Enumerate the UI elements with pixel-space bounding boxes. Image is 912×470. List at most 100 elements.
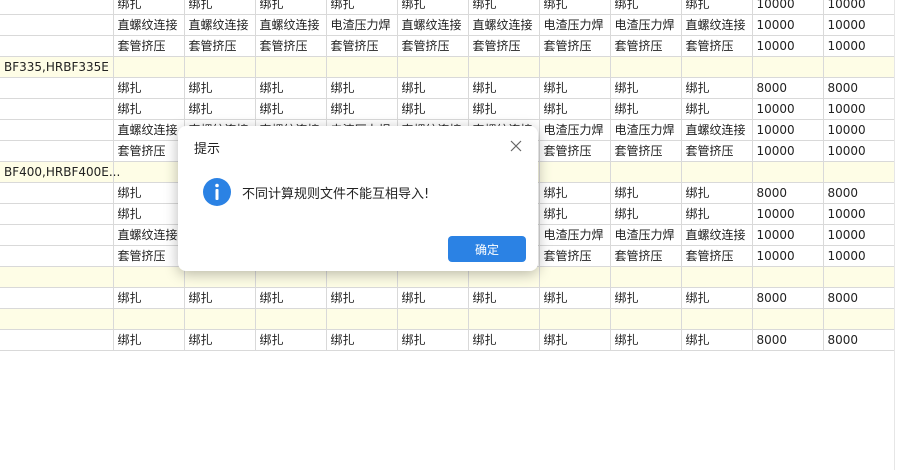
table-cell[interactable]: 绑扎 (326, 98, 398, 120)
table-cell[interactable]: 10000 (823, 98, 895, 120)
vertical-scrollbar[interactable] (894, 0, 912, 470)
table-cell[interactable]: 套管挤压 (113, 245, 185, 267)
table-cell[interactable]: 绑扎 (610, 287, 682, 309)
section-cell[interactable] (326, 56, 398, 78)
table-cell[interactable]: 10000 (752, 119, 824, 141)
table-cell[interactable]: 绑扎 (255, 77, 327, 99)
table-cell[interactable]: 套管挤压 (468, 35, 540, 57)
section-cell[interactable] (113, 308, 185, 330)
table-cell[interactable]: 绑扎 (397, 0, 469, 15)
table-cell[interactable]: 8000 (823, 182, 895, 204)
table-cell[interactable]: 绑扎 (184, 329, 256, 351)
table-cell[interactable]: 套管挤压 (113, 140, 185, 162)
table-cell[interactable] (0, 35, 114, 57)
table-cell[interactable]: 套管挤压 (397, 35, 469, 57)
section-cell[interactable] (468, 308, 540, 330)
section-cell[interactable] (681, 266, 753, 288)
table-cell[interactable]: 套管挤压 (681, 140, 753, 162)
table-cell[interactable]: 绑扎 (681, 77, 753, 99)
table-cell[interactable]: 直螺纹连接 (184, 14, 256, 36)
table-cell[interactable]: 10000 (752, 14, 824, 36)
table-cell[interactable]: 绑扎 (113, 0, 185, 15)
table-cell[interactable] (0, 329, 114, 351)
table-cell[interactable]: 8000 (752, 329, 824, 351)
table-cell[interactable]: 直螺纹连接 (681, 119, 753, 141)
section-cell[interactable] (468, 56, 540, 78)
table-cell[interactable]: 10000 (752, 245, 824, 267)
section-cell[interactable] (752, 56, 824, 78)
table-cell[interactable]: 绑扎 (184, 0, 256, 15)
table-cell[interactable]: 10000 (823, 224, 895, 246)
table-cell[interactable]: 直螺纹连接 (113, 14, 185, 36)
table-cell[interactable]: 8000 (823, 329, 895, 351)
table-row[interactable]: 直螺纹连接直螺纹连接直螺纹连接电渣压力焊直螺纹连接直螺纹连接电渣压力焊电渣压力焊… (0, 14, 895, 36)
table-cell[interactable]: 绑扎 (113, 287, 185, 309)
table-cell[interactable]: 10000 (752, 140, 824, 162)
section-cell[interactable] (752, 266, 824, 288)
table-cell[interactable]: 套管挤压 (113, 35, 185, 57)
table-cell[interactable]: 套管挤压 (610, 140, 682, 162)
table-cell[interactable]: 10000 (752, 98, 824, 120)
table-cell[interactable]: 10000 (752, 203, 824, 225)
table-cell[interactable]: 电渣压力焊 (610, 14, 682, 36)
section-label[interactable] (0, 308, 114, 330)
table-cell[interactable]: 电渣压力焊 (610, 224, 682, 246)
table-cell[interactable]: 直螺纹连接 (681, 224, 753, 246)
table-cell[interactable] (0, 14, 114, 36)
table-cell[interactable]: 10000 (823, 35, 895, 57)
table-cell[interactable] (0, 224, 114, 246)
table-cell[interactable]: 绑扎 (468, 0, 540, 15)
table-cell[interactable]: 10000 (752, 0, 824, 15)
section-cell[interactable] (823, 308, 895, 330)
section-cell[interactable] (752, 161, 824, 183)
table-row[interactable]: 套管挤压套管挤压套管挤压套管挤压套管挤压套管挤压套管挤压套管挤压套管挤压1000… (0, 35, 895, 57)
table-cell[interactable]: 10000 (823, 203, 895, 225)
table-cell[interactable]: 绑扎 (397, 77, 469, 99)
table-cell[interactable]: 绑扎 (610, 98, 682, 120)
table-cell[interactable]: 10000 (752, 35, 824, 57)
section-cell[interactable] (539, 56, 611, 78)
section-cell[interactable] (610, 56, 682, 78)
table-cell[interactable]: 套管挤压 (184, 35, 256, 57)
table-cell[interactable]: 10000 (823, 119, 895, 141)
table-cell[interactable]: 绑扎 (681, 203, 753, 225)
table-cell[interactable]: 绑扎 (539, 203, 611, 225)
section-cell[interactable] (610, 266, 682, 288)
table-cell[interactable]: 套管挤压 (681, 245, 753, 267)
section-cell[interactable] (610, 161, 682, 183)
table-row[interactable]: 绑扎绑扎绑扎绑扎绑扎绑扎绑扎绑扎绑扎80008000 (0, 77, 895, 99)
table-cell[interactable]: 绑扎 (184, 98, 256, 120)
table-cell[interactable]: 套管挤压 (610, 35, 682, 57)
table-cell[interactable]: 电渣压力焊 (326, 14, 398, 36)
table-cell[interactable]: 绑扎 (326, 0, 398, 15)
section-cell[interactable] (823, 266, 895, 288)
table-cell[interactable]: 套管挤压 (681, 35, 753, 57)
section-label[interactable] (0, 266, 114, 288)
table-cell[interactable]: 直螺纹连接 (113, 224, 185, 246)
table-cell[interactable]: 电渣压力焊 (610, 119, 682, 141)
section-cell[interactable] (681, 161, 753, 183)
table-cell[interactable]: 绑扎 (610, 329, 682, 351)
section-cell[interactable] (823, 161, 895, 183)
section-row[interactable] (0, 308, 895, 330)
table-cell[interactable]: 绑扎 (681, 0, 753, 15)
table-cell[interactable]: 绑扎 (681, 182, 753, 204)
table-cell[interactable]: 绑扎 (610, 77, 682, 99)
table-cell[interactable]: 绑扎 (468, 98, 540, 120)
section-cell[interactable] (681, 308, 753, 330)
table-cell[interactable]: 10000 (823, 140, 895, 162)
table-cell[interactable]: 10000 (823, 245, 895, 267)
table-cell[interactable]: 绑扎 (326, 77, 398, 99)
table-cell[interactable]: 8000 (823, 77, 895, 99)
section-cell[interactable] (113, 266, 185, 288)
table-cell[interactable] (0, 119, 114, 141)
table-cell[interactable]: 电渣压力焊 (539, 119, 611, 141)
table-cell[interactable]: 绑扎 (468, 287, 540, 309)
table-cell[interactable] (0, 140, 114, 162)
section-label[interactable]: BF335,HRBF335E (0, 56, 114, 78)
section-cell[interactable] (823, 56, 895, 78)
table-cell[interactable]: 绑扎 (397, 329, 469, 351)
table-cell[interactable] (0, 245, 114, 267)
table-cell[interactable]: 直螺纹连接 (468, 14, 540, 36)
section-label[interactable]: BF400,HRBF400E... (0, 161, 120, 183)
